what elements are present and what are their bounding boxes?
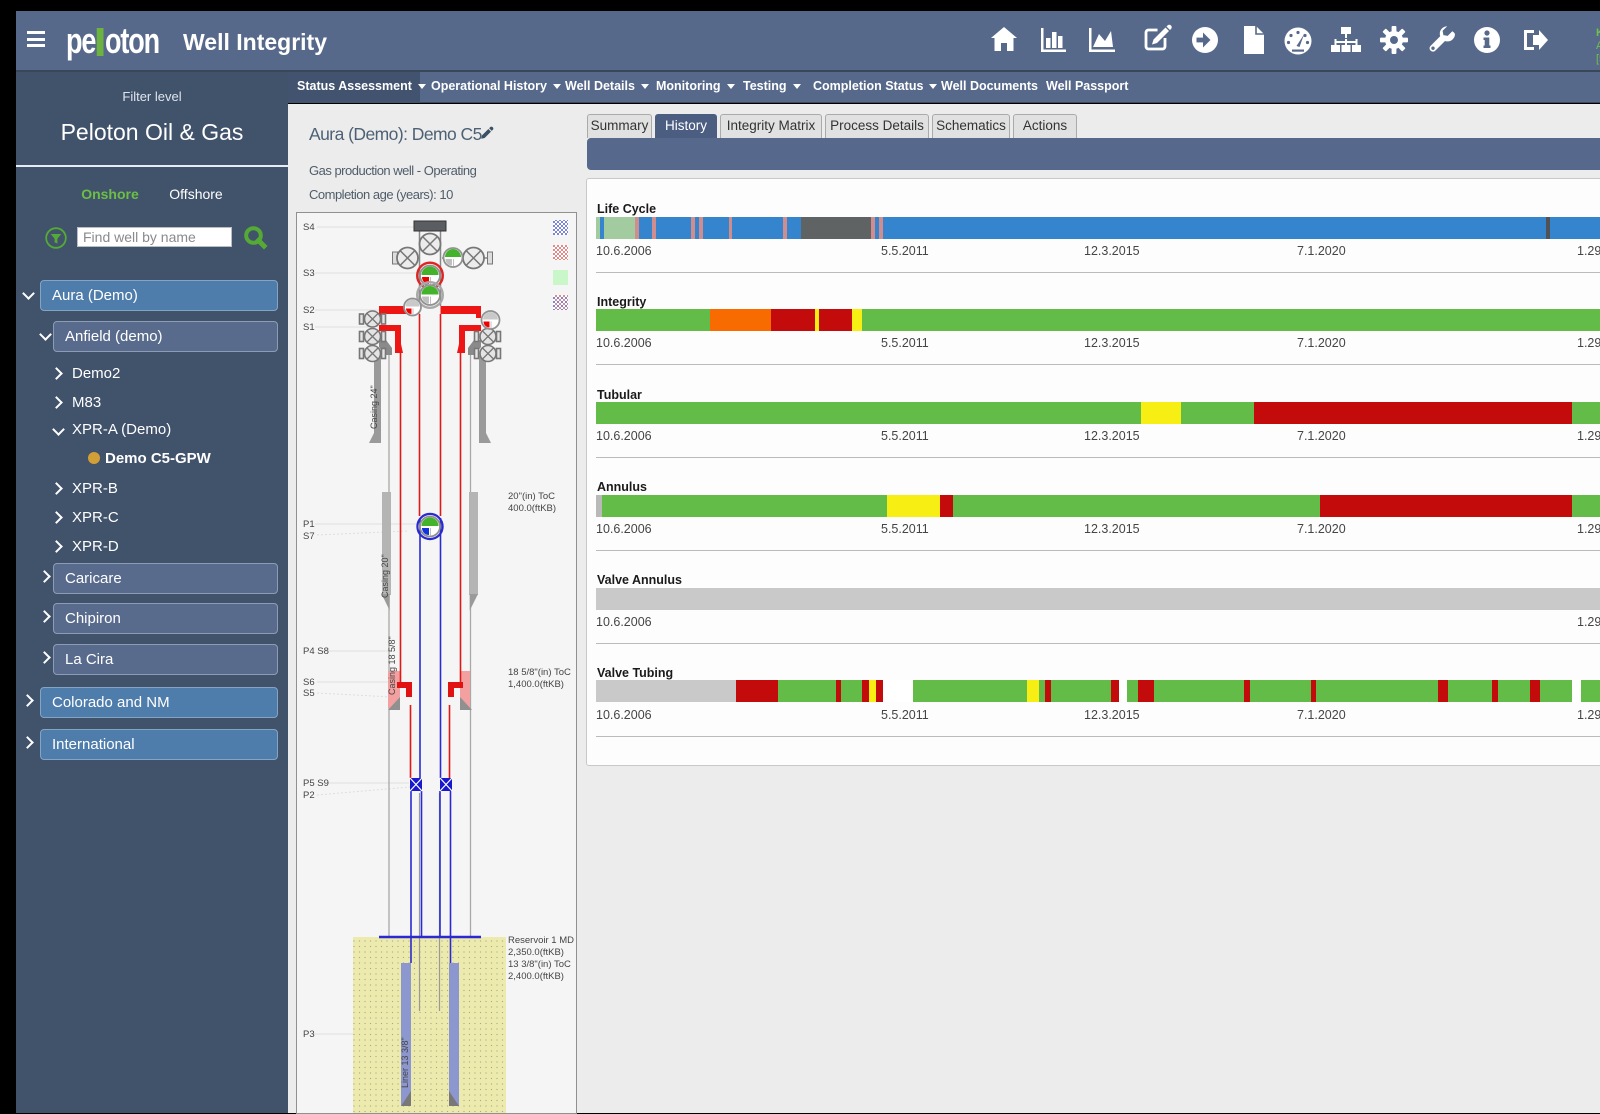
svg-text:18 5/8"(in) ToC: 18 5/8"(in) ToC bbox=[508, 667, 571, 678]
svg-text:P2: P2 bbox=[303, 790, 315, 801]
svg-text:P4 S8: P4 S8 bbox=[303, 646, 329, 657]
svg-text:S1: S1 bbox=[303, 322, 315, 333]
svg-text:Casing 24": Casing 24" bbox=[369, 385, 379, 429]
svg-text:S4: S4 bbox=[303, 222, 315, 233]
svg-text:S6: S6 bbox=[303, 677, 315, 688]
svg-text:S5: S5 bbox=[303, 688, 315, 699]
svg-text:Casing 20": Casing 20" bbox=[380, 554, 390, 598]
svg-text:S7: S7 bbox=[303, 531, 315, 542]
svg-text:1,400.0(ftKB): 1,400.0(ftKB) bbox=[508, 679, 564, 690]
svg-text:Reservoir 1 MD: Reservoir 1 MD bbox=[508, 935, 574, 946]
svg-text:2,400.0(ftKB): 2,400.0(ftKB) bbox=[508, 971, 564, 982]
svg-text:S2: S2 bbox=[303, 305, 315, 316]
svg-text:P1: P1 bbox=[303, 519, 315, 530]
svg-text:Liner 13 3/8": Liner 13 3/8" bbox=[400, 1037, 410, 1088]
svg-text:20"(in) ToC: 20"(in) ToC bbox=[508, 491, 555, 502]
svg-text:P3: P3 bbox=[303, 1029, 315, 1040]
svg-text:S3: S3 bbox=[303, 268, 315, 279]
svg-text:2,350.0(ftKB): 2,350.0(ftKB) bbox=[508, 947, 564, 958]
svg-text:Casing 18 5/8": Casing 18 5/8" bbox=[387, 636, 397, 695]
svg-text:13 3/8"(in) ToC: 13 3/8"(in) ToC bbox=[508, 959, 571, 970]
svg-text:P5 S9: P5 S9 bbox=[303, 778, 329, 789]
svg-text:400.0(ftKB): 400.0(ftKB) bbox=[508, 503, 556, 514]
